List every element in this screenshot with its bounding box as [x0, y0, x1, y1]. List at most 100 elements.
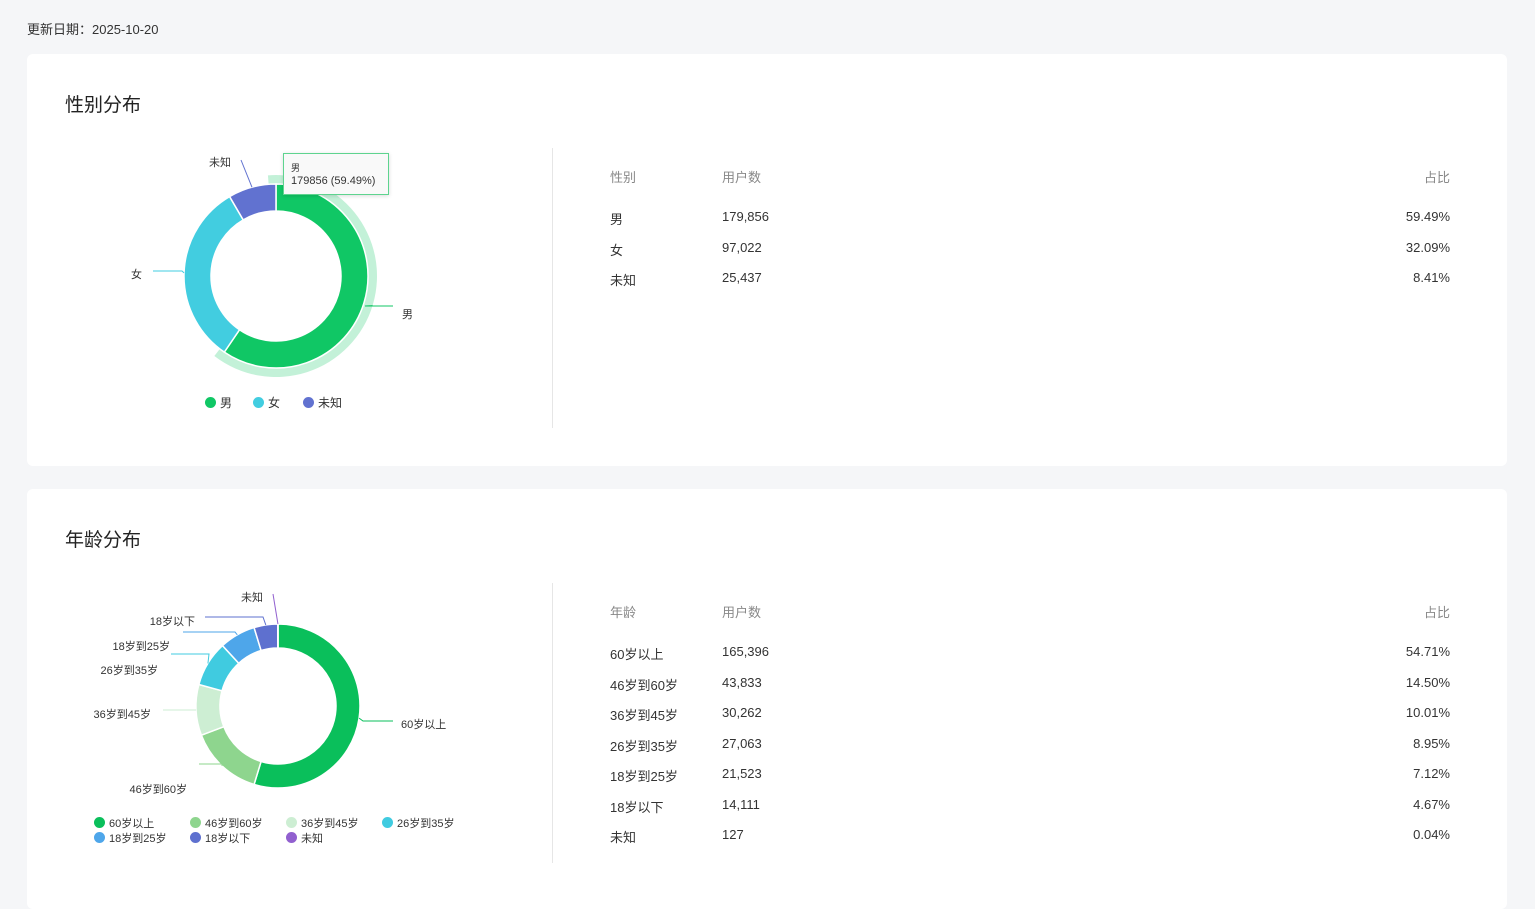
table-cell: 60岁以上 [610, 644, 663, 663]
table-cell: 25,437 [722, 270, 762, 285]
column-header: 占比 [1424, 167, 1450, 186]
legend-label: 男 [220, 396, 232, 410]
slice-label: 未知 [241, 590, 263, 604]
table-cell: 0.04% [1413, 827, 1450, 842]
table-cell: 7.12% [1413, 766, 1450, 781]
label-line [273, 594, 278, 624]
legend-item[interactable]: 女 [253, 394, 280, 411]
table-cell: 未知 [610, 270, 636, 289]
table-cell: 27,063 [722, 736, 762, 751]
legend-item[interactable]: 36岁到45岁 [286, 815, 358, 831]
slice-label: 18岁到25岁 [113, 639, 170, 653]
gender-table: 性别用户数占比男179,85659.49%女97,02232.09%未知25,4… [610, 167, 1450, 301]
label-line [153, 271, 184, 273]
table-cell: 43,833 [722, 675, 762, 690]
table-cell: 54.71% [1406, 644, 1450, 659]
legend-label: 女 [268, 396, 280, 410]
legend-dot-icon [303, 397, 314, 408]
table-row: 36岁到45岁 30,262 10.01% [610, 705, 1450, 736]
update-value: 2025-10-20 [92, 22, 159, 37]
table-row: 未知1270.04% [610, 827, 1450, 858]
table-cell: 未知 [610, 827, 636, 846]
table-cell: 32.09% [1406, 240, 1450, 255]
slice-1[interactable] [184, 197, 243, 353]
tooltip-value: 179856 (59.49%) [291, 175, 381, 188]
slice-label: 46岁到60岁 [130, 782, 187, 796]
label-line [241, 160, 252, 187]
column-header: 占比 [1424, 602, 1450, 621]
table-row: 女97,02232.09% [610, 240, 1450, 271]
table-cell: 97,022 [722, 240, 762, 255]
update-date: 更新日期：2025-10-20 [27, 19, 159, 38]
gender-donut-chart: 男女未知 [27, 54, 547, 466]
table-cell: 36岁到45岁 [610, 705, 678, 724]
legend-dot-icon [286, 832, 297, 843]
table-cell: 8.95% [1413, 736, 1450, 751]
slice-2[interactable] [196, 685, 224, 736]
legend-dot-icon [253, 397, 264, 408]
table-cell: 男 [610, 209, 623, 228]
table-header: 年龄 用户数 占比 [610, 602, 1450, 644]
table-cell: 10.01% [1406, 705, 1450, 720]
table-row: 18岁以下 14,111 4.67% [610, 797, 1450, 828]
legend-label: 18岁到25岁 [109, 833, 166, 845]
column-header: 用户数 [722, 167, 761, 186]
table-cell: 4.67% [1413, 797, 1450, 812]
age-table: 年龄 用户数 占比 60岁以上165,39654.71%46岁到60岁 43,833 14… [610, 602, 1450, 858]
legend-label: 26岁到35岁 [397, 818, 454, 830]
table-row: 60岁以上165,39654.71% [610, 644, 1450, 675]
slice-label: 60岁以上 [401, 717, 446, 731]
table-cell: 30,262 [722, 705, 762, 720]
age-card: 年龄分布 60岁以上46岁到60岁36岁到45岁26岁到35岁18岁到25岁18… [27, 489, 1507, 909]
table-cell: 26岁到35岁 [610, 736, 678, 755]
legend-item[interactable]: 18岁以下 [190, 830, 250, 846]
legend-dot-icon [94, 832, 105, 843]
legend-item[interactable]: 26岁到35岁 [382, 815, 454, 831]
table-cell: 8.41% [1413, 270, 1450, 285]
legend-item[interactable]: 未知 [303, 394, 342, 411]
update-label: 更新日期： [27, 22, 92, 37]
table-header: 性别 用户数 占比 [610, 167, 1450, 209]
table-cell: 59.49% [1406, 209, 1450, 224]
legend-item[interactable]: 18岁到25岁 [94, 830, 166, 846]
label-line [359, 718, 393, 721]
legend-item[interactable]: 60岁以上 [94, 815, 154, 831]
legend-dot-icon [205, 397, 216, 408]
table-row: 18岁到25岁 21,523 7.12% [610, 766, 1450, 797]
table-cell: 14,111 [722, 797, 760, 812]
label-line [205, 617, 266, 625]
legend-dot-icon [286, 817, 297, 828]
table-row: 26岁到35岁 27,063 8.95% [610, 736, 1450, 767]
age-donut-chart: 60岁以上 46岁到60岁 36岁到45岁 26岁到35岁 18岁到25岁 18岁以下 未知 [27, 489, 547, 909]
legend-dot-icon [190, 817, 201, 828]
legend-item[interactable]: 46岁到60岁 [190, 815, 262, 831]
divider [552, 148, 553, 428]
legend-label: 60岁以上 [109, 818, 154, 830]
legend-label: 46岁到60岁 [205, 818, 262, 830]
table-cell: 18岁到25岁 [610, 766, 678, 785]
table-cell: 46岁到60岁 [610, 675, 678, 694]
gender-card: 性别分布 男女未知 男 179856 (59.49%) 男女未知 性别用户数占比… [27, 54, 1507, 466]
legend-item[interactable]: 未知 [286, 830, 323, 846]
divider [552, 583, 553, 863]
chart-tooltip: 男 179856 (59.49%) [283, 153, 389, 195]
slice-label: 36岁到45岁 [94, 707, 151, 721]
table-cell: 179,856 [722, 209, 769, 224]
slice-label: 26岁到35岁 [101, 663, 158, 677]
legend-label: 未知 [301, 833, 323, 845]
column-header: 用户数 [722, 602, 761, 621]
slice-1[interactable] [201, 727, 261, 785]
table-cell: 21,523 [722, 766, 762, 781]
legend-label: 未知 [318, 396, 342, 410]
legend-dot-icon [190, 832, 201, 843]
table-cell: 14.50% [1406, 675, 1450, 690]
table-row: 未知 25,437 8.41% [610, 270, 1450, 301]
slice-label: 女 [131, 267, 142, 281]
legend-item[interactable]: 男 [205, 394, 232, 411]
column-header: 年龄 [610, 602, 636, 621]
column-header: 性别 [610, 167, 636, 186]
table-row: 男 179,856 59.49% [610, 209, 1450, 240]
label-line [171, 654, 209, 663]
label-line [199, 764, 222, 766]
table-cell: 18岁以下 [610, 797, 663, 816]
